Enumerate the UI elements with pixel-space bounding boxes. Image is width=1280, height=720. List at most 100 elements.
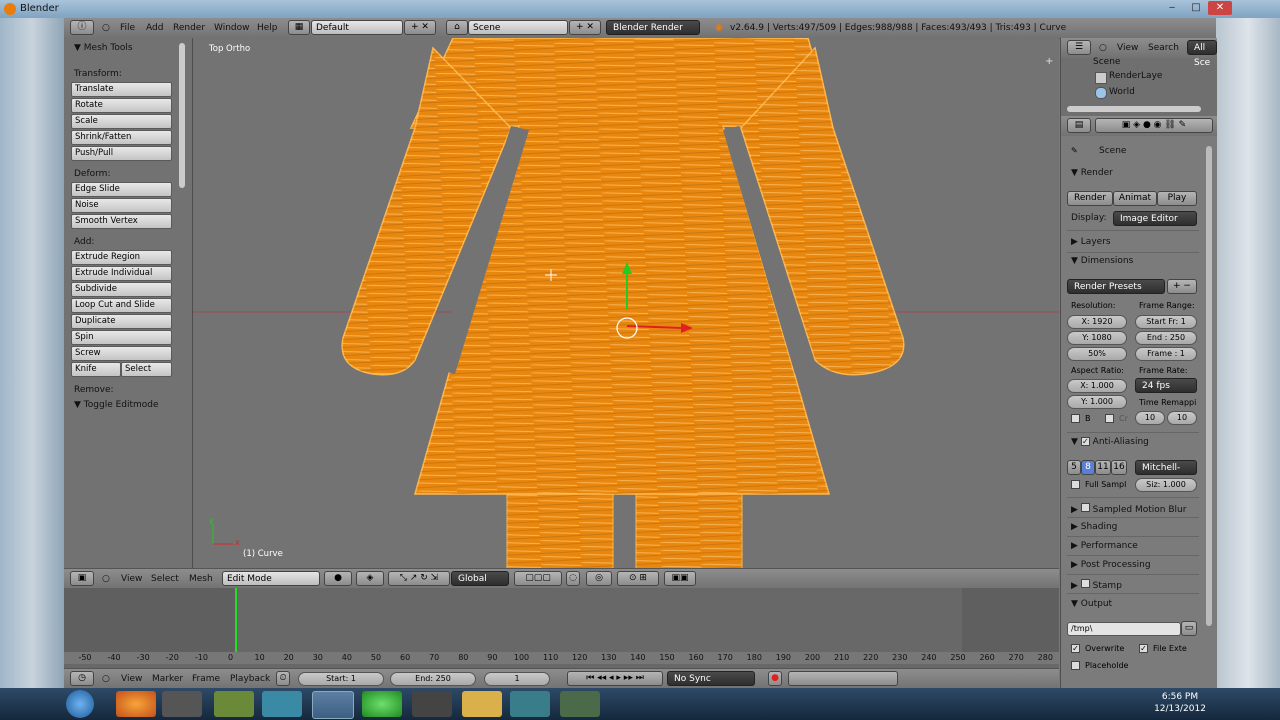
- end-frame-field[interactable]: End: 250: [390, 672, 476, 686]
- shrink-fatten-button[interactable]: Shrink/Fatten: [71, 130, 172, 145]
- end-frame-prop[interactable]: End : 250: [1135, 331, 1197, 345]
- outliner-scene[interactable]: Scene: [1093, 57, 1120, 67]
- outliner-menu-search[interactable]: Search: [1148, 43, 1179, 53]
- scene-add-remove[interactable]: + ✕: [569, 20, 601, 35]
- taskbar-clock[interactable]: 6:56 PM 12/13/2012: [1140, 691, 1220, 715]
- aspect-x-field[interactable]: X: 1.000: [1067, 379, 1127, 393]
- folder-icon[interactable]: ▭: [1181, 621, 1197, 636]
- render-presets-select[interactable]: Render Presets: [1067, 279, 1165, 294]
- output-panel-header[interactable]: ▼ Output: [1071, 599, 1112, 609]
- menu-file[interactable]: File: [120, 23, 135, 33]
- play-button[interactable]: Play: [1157, 191, 1197, 206]
- smooth-vertex-button[interactable]: Smooth Vertex: [71, 214, 172, 229]
- push-pull-button[interactable]: Push/Pull: [71, 146, 172, 161]
- tool-shelf-scrollbar[interactable]: [179, 43, 185, 188]
- layer-icons[interactable]: ▢▢▢: [514, 571, 562, 586]
- knife-button[interactable]: Knife: [71, 362, 121, 377]
- view3d-editor-type[interactable]: ▣: [70, 571, 94, 586]
- menu-window[interactable]: Window: [214, 23, 250, 33]
- render-anim-button[interactable]: Animat: [1113, 191, 1157, 206]
- editor-type-button[interactable]: ⓘ: [70, 20, 94, 35]
- output-path-field[interactable]: /tmp\: [1067, 622, 1181, 636]
- minecraft-icon[interactable]: [214, 691, 254, 717]
- timeline-editor-type[interactable]: ◷: [70, 671, 94, 686]
- motion-blur-checkbox[interactable]: [1080, 503, 1090, 512]
- remap-old-field[interactable]: 10: [1135, 411, 1165, 425]
- res-percent-field[interactable]: 50%: [1067, 347, 1127, 361]
- extrude-individual-button[interactable]: Extrude Individual: [71, 266, 172, 281]
- translate-button[interactable]: Translate: [71, 82, 172, 97]
- motion-blur-header[interactable]: ▶ Sampled Motion Blur: [1071, 503, 1186, 515]
- tl-menu-marker[interactable]: Marker: [152, 674, 183, 684]
- menu-render[interactable]: Render: [173, 23, 205, 33]
- rotate-button[interactable]: Rotate: [71, 98, 172, 113]
- layers-panel-header[interactable]: ▶ Layers: [1071, 237, 1111, 247]
- menu-mesh[interactable]: Mesh: [189, 574, 213, 584]
- pivot-icon[interactable]: ◈: [356, 571, 384, 586]
- aa-8-button[interactable]: 8: [1081, 460, 1095, 475]
- outliner-filter[interactable]: All Sce: [1187, 40, 1217, 68]
- start-frame-prop[interactable]: Start Fr: 1: [1135, 315, 1197, 329]
- stamp-panel-header[interactable]: ▶ Stamp: [1071, 579, 1122, 591]
- overwrite-checkbox[interactable]: ✓: [1071, 644, 1080, 653]
- mode-select[interactable]: Edit Mode: [222, 571, 320, 586]
- performance-panel-header[interactable]: ▶ Performance: [1071, 541, 1138, 551]
- occlude-icon[interactable]: ◌: [566, 571, 580, 586]
- edge-slide-button[interactable]: Edge Slide: [71, 182, 172, 197]
- scene-icon[interactable]: ⌂: [446, 20, 468, 35]
- extrude-region-button[interactable]: Extrude Region: [71, 250, 172, 265]
- explorer-icon[interactable]: [462, 691, 502, 717]
- frame-step-prop[interactable]: Frame : 1: [1135, 347, 1197, 361]
- subdivide-button[interactable]: Subdivide: [71, 282, 172, 297]
- playback-controls[interactable]: ⏮ ◂◂ ◂ ▸ ▸▸ ⏭: [567, 671, 663, 686]
- app-icon-3[interactable]: [560, 691, 600, 717]
- current-frame-field[interactable]: 1: [484, 672, 550, 686]
- post-processing-header[interactable]: ▶ Post Processing: [1071, 560, 1151, 570]
- pin-icon[interactable]: ✎: [1071, 146, 1078, 155]
- toggle-editmode-header[interactable]: ▼ Toggle Editmode: [74, 400, 159, 410]
- properties-editor-type[interactable]: ▤: [1067, 118, 1091, 133]
- render-still-button[interactable]: Render: [1067, 191, 1113, 206]
- fps-select[interactable]: 24 fps: [1135, 378, 1197, 393]
- display-select[interactable]: Image Editor: [1113, 211, 1197, 226]
- render-panel-header[interactable]: ▼ Render: [1071, 168, 1113, 178]
- crop-checkbox[interactable]: [1105, 414, 1114, 423]
- tl-menu-view[interactable]: View: [121, 674, 142, 684]
- start-frame-field[interactable]: Start: 1: [298, 672, 384, 686]
- start-button[interactable]: [66, 690, 94, 718]
- manipulator-icons[interactable]: ⤡ ↗ ↻ ⇲: [388, 571, 450, 586]
- outliner-renderlayer[interactable]: RenderLaye: [1109, 71, 1162, 81]
- stamp-checkbox[interactable]: [1080, 579, 1090, 588]
- preset-add-remove[interactable]: + −: [1167, 279, 1197, 294]
- aspect-y-field[interactable]: Y: 1.000: [1067, 395, 1127, 409]
- 3d-viewport[interactable]: y x Top Ortho (1) Curve +: [193, 38, 1059, 568]
- minimize-button[interactable]: ‒: [1160, 1, 1184, 15]
- render-icons[interactable]: ▣▣: [664, 571, 696, 586]
- timeline-grid[interactable]: [64, 588, 1059, 652]
- duplicate-button[interactable]: Duplicate: [71, 314, 172, 329]
- timeline[interactable]: -50 -40 -30 -20 -10 0 10 20 30 40 50 60 70 80 90 100 110…: [64, 588, 1059, 668]
- firefox-icon[interactable]: [116, 691, 156, 717]
- tl-menu-playback[interactable]: Playback: [230, 674, 270, 684]
- record-icon[interactable]: ●: [768, 671, 782, 686]
- layout-select[interactable]: Default: [311, 20, 403, 35]
- menu-select[interactable]: Select: [151, 574, 179, 584]
- shading-icon[interactable]: ●: [324, 571, 352, 586]
- knife-select-button[interactable]: Select: [121, 362, 172, 377]
- spotify-icon[interactable]: [362, 691, 402, 717]
- scene-select[interactable]: Scene: [468, 20, 568, 35]
- properties-scrollbar[interactable]: [1206, 146, 1212, 626]
- mesh-canvas[interactable]: [193, 38, 1059, 568]
- filter-size-field[interactable]: Siz: 1.000: [1135, 478, 1197, 492]
- shading-panel-header[interactable]: ▶ Shading: [1071, 522, 1117, 532]
- outliner-editor-type[interactable]: ☰: [1067, 40, 1091, 55]
- screw-button[interactable]: Screw: [71, 346, 172, 361]
- plus-icon[interactable]: +: [1045, 56, 1053, 67]
- menu-help[interactable]: Help: [257, 23, 278, 33]
- border-checkbox[interactable]: [1071, 414, 1080, 423]
- remap-new-field[interactable]: 10: [1167, 411, 1197, 425]
- outliner-scrollbar[interactable]: [1067, 106, 1201, 112]
- app-icon[interactable]: [162, 691, 202, 717]
- preview-range-icon[interactable]: ⏲: [276, 671, 290, 686]
- tl-menu-frame[interactable]: Frame: [192, 674, 220, 684]
